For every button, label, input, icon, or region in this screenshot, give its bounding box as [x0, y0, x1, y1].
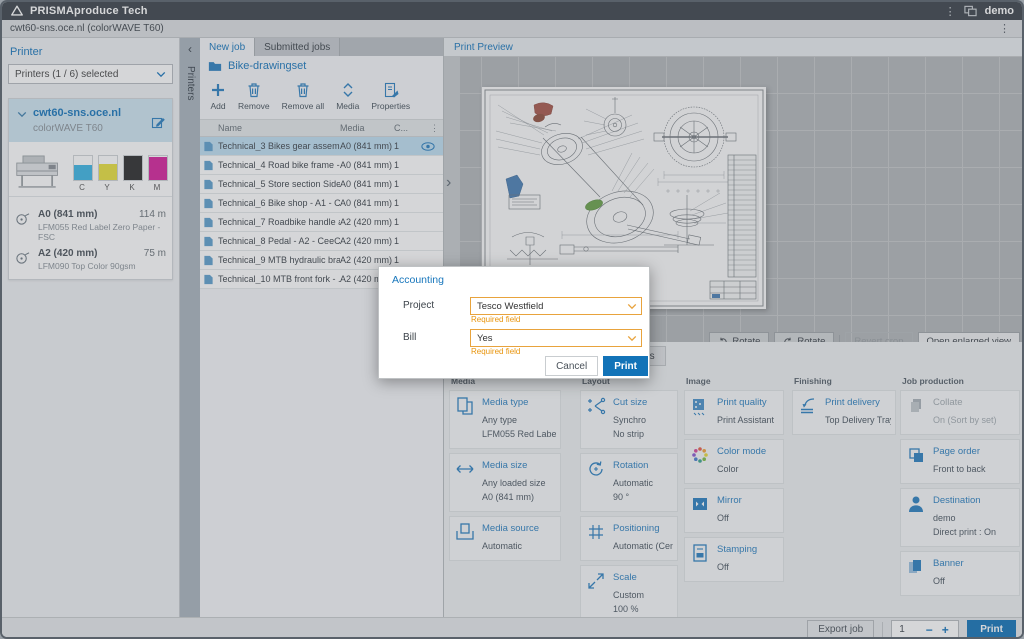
chevron-down-icon [627, 303, 637, 310]
dialog-print-button[interactable]: Print [603, 356, 648, 376]
application-window: PRISMAproduce Tech ⋮ demo cwt60-sns.oce.… [0, 0, 1024, 639]
dialog-footer: Cancel Print [379, 354, 649, 378]
bill-label: Bill [403, 332, 416, 343]
accounting-dialog: Accounting Project Tesco Westfield Requi… [378, 266, 650, 379]
project-select[interactable]: Tesco Westfield [470, 297, 642, 315]
dialog-title: Accounting [392, 274, 649, 286]
cancel-button[interactable]: Cancel [545, 356, 598, 376]
project-label: Project [403, 300, 434, 311]
chevron-down-icon [627, 335, 637, 342]
required-field-hint: Required field [471, 315, 520, 324]
bill-select[interactable]: Yes [470, 329, 642, 347]
